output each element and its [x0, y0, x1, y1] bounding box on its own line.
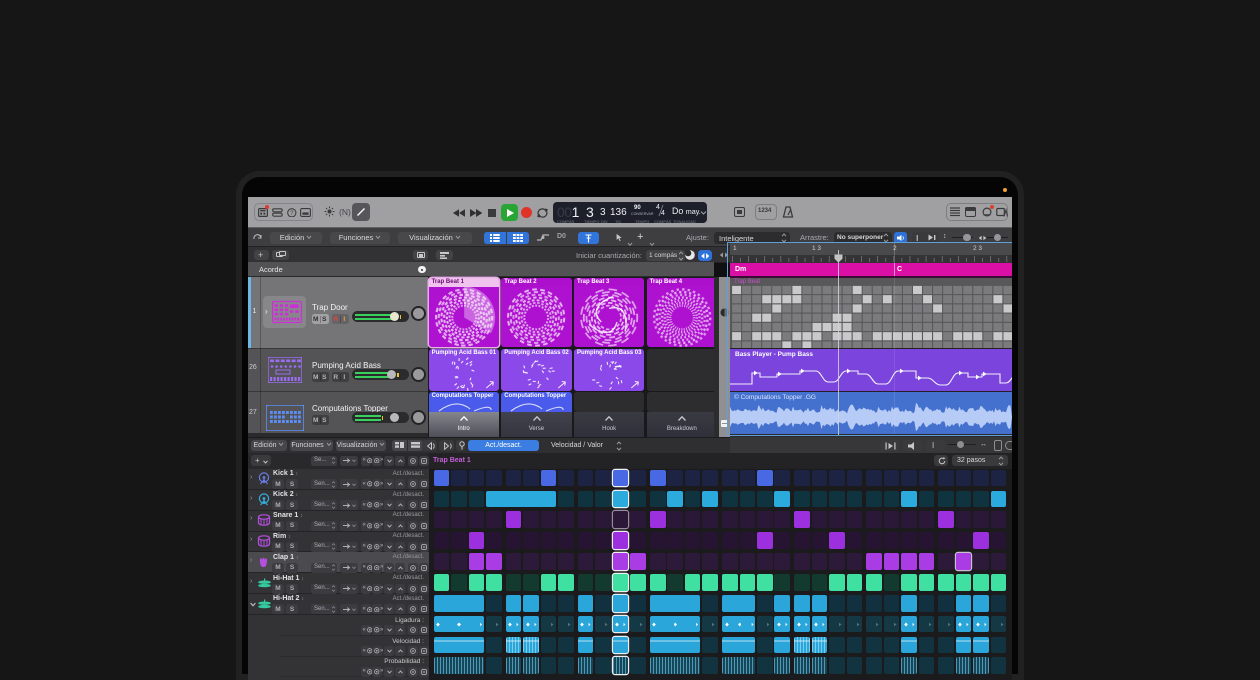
svg-text:?: ? — [290, 209, 294, 216]
